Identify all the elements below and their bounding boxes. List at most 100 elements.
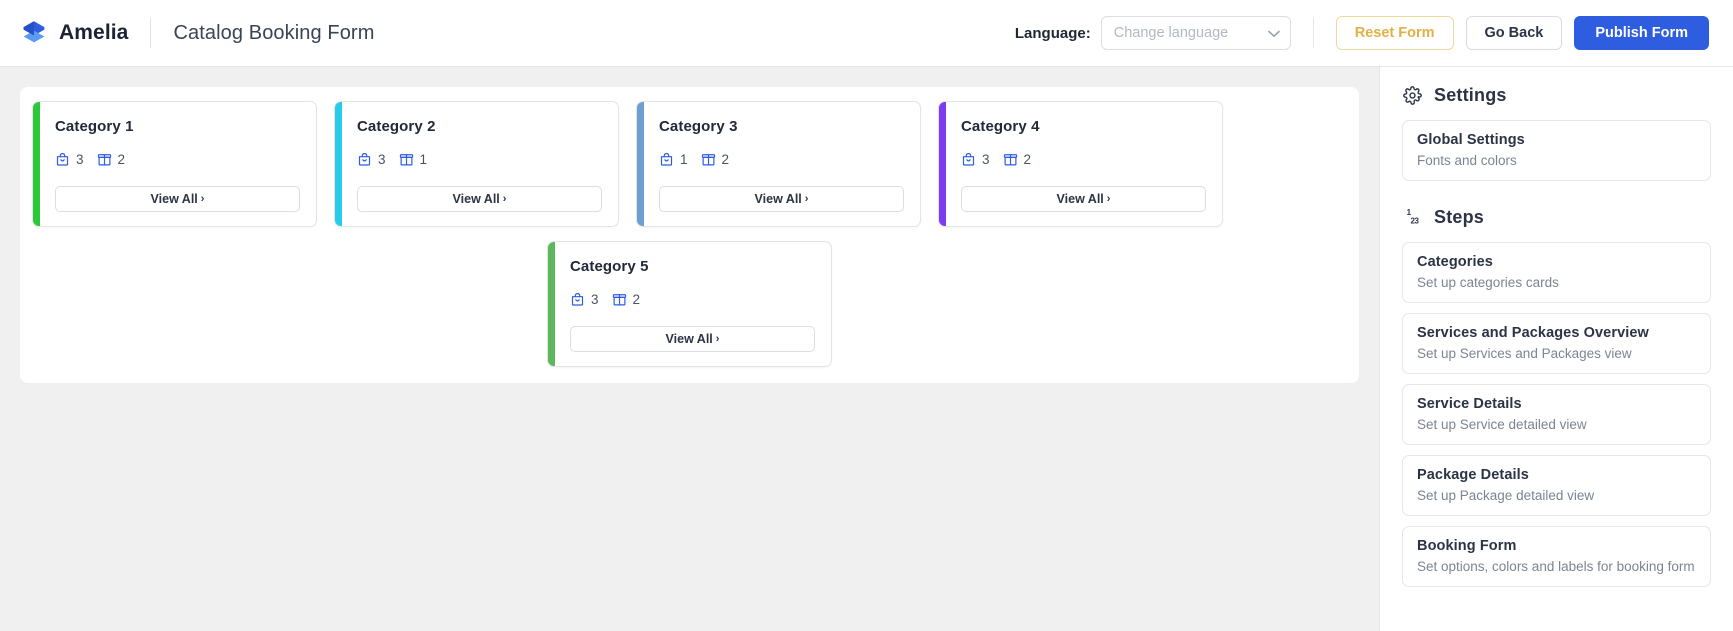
side-card-subtitle: Set up categories cards [1417,275,1696,290]
app-header: Amelia Catalog Booking Form Language: Ch… [0,0,1733,67]
chevron-right-icon: › [716,333,720,345]
service-count-value: 3 [982,152,990,167]
side-card-title: Global Settings [1417,132,1696,148]
category-title: Category 2 [357,118,602,135]
category-card[interactable]: Category 3 1 2 View All› [636,101,921,227]
settings-section-header: Settings [1402,85,1711,106]
side-card-title: Package Details [1417,467,1696,483]
view-all-label: View All [151,192,198,206]
view-all-label: View All [1057,192,1104,206]
view-all-label: View All [453,192,500,206]
service-count: 3 [55,152,84,167]
chevron-down-icon [1268,27,1280,40]
side-card-subtitle: Set up Services and Packages view [1417,346,1696,361]
side-card-subtitle: Fonts and colors [1417,153,1696,168]
category-title: Category 1 [55,118,300,135]
category-accent-bar [548,242,555,366]
package-count-value: 1 [420,152,428,167]
package-box-icon [701,152,716,167]
view-all-button[interactable]: View All› [55,186,300,212]
ordered-steps-icon: 123 [1402,207,1423,228]
category-card[interactable]: Category 532View All› [547,241,832,367]
chevron-right-icon: › [201,193,205,205]
settings-section-title: Settings [1434,85,1507,106]
view-all-button[interactable]: View All› [659,186,904,212]
service-count-value: 1 [680,152,688,167]
category-title: Category 5 [570,258,815,275]
chevron-right-icon: › [1107,193,1111,205]
app-body: Category 132View All›Category 231View Al… [0,67,1733,631]
reset-form-button[interactable]: Reset Form [1336,16,1454,50]
steps-section-title: Steps [1434,207,1484,228]
package-box-icon [1003,152,1018,167]
header-divider [150,18,151,48]
view-all-label: View All [666,332,713,346]
package-count: 2 [612,292,641,307]
category-counts: 32 [961,152,1206,167]
preview-canvas: Category 132View All›Category 231View Al… [0,67,1379,631]
service-bag-icon [659,152,674,167]
service-bag-icon [55,152,70,167]
category-counts: 32 [55,152,300,167]
view-all-label: View All [755,192,802,206]
side-card-title: Services and Packages Overview [1417,325,1696,341]
categories-panel: Category 132View All›Category 231View Al… [20,87,1359,383]
language-label: Language: [1015,25,1091,42]
category-title: Category 4 [961,118,1206,135]
step-item[interactable]: Service DetailsSet up Service detailed v… [1402,384,1711,445]
amelia-cube-logo-icon [20,19,48,47]
service-bag-icon [961,152,976,167]
service-count: 3 [961,152,990,167]
publish-form-button[interactable]: Publish Form [1574,16,1709,50]
package-count-value: 2 [633,292,641,307]
service-count: 3 [357,152,386,167]
category-accent-bar [33,102,40,226]
step-item[interactable]: Booking Form Set options, colors and labe… [1402,526,1711,587]
side-card-title: Service Details [1417,396,1696,412]
view-all-button[interactable]: View All› [961,186,1206,212]
category-card[interactable]: Category 132View All› [32,101,317,227]
category-counts: 32 [570,292,815,307]
category-accent-bar [637,102,644,226]
chevron-right-icon: › [503,193,507,205]
category-accent-bar [335,102,342,226]
package-count-value: 2 [118,152,126,167]
brand: Amelia [20,19,128,47]
step-item[interactable]: Services and Packages Overview Set up Ser… [1402,313,1711,374]
categories-row-secondary: Category 532View All› [26,241,1353,367]
package-count-value: 2 [1024,152,1032,167]
settings-sidebar: Settings Global Settings Fonts and colors… [1379,67,1733,631]
side-card-title: Booking Form [1417,538,1696,554]
go-back-button[interactable]: Go Back [1466,16,1563,50]
package-count: 2 [1003,152,1032,167]
step-item[interactable]: Categories Set up categories cards [1402,242,1711,303]
service-bag-icon [357,152,372,167]
step-item[interactable]: Package DetailsSet up Package detailed v… [1402,455,1711,516]
steps-section-header: 123 Steps [1402,207,1711,228]
header-actions: Language: Change language Reset Form Go … [1015,16,1709,50]
view-all-button[interactable]: View All› [570,326,815,352]
service-count-value: 3 [76,152,84,167]
page-title: Catalog Booking Form [173,22,374,45]
package-box-icon [97,152,112,167]
settings-items: Global Settings Fonts and colors [1402,120,1711,181]
category-card[interactable]: Category 231View All› [334,101,619,227]
package-count: 2 [97,152,126,167]
service-count-value: 3 [591,292,599,307]
category-title: Category 3 [659,118,904,135]
categories-row-primary: Category 132View All›Category 231View Al… [26,101,1353,227]
settings-item[interactable]: Global Settings Fonts and colors [1402,120,1711,181]
steps-items: Categories Set up categories cards Service… [1402,242,1711,587]
language-select[interactable]: Change language [1101,16,1291,50]
package-box-icon [612,292,627,307]
view-all-button[interactable]: View All› [357,186,602,212]
package-count-value: 2 [722,152,730,167]
category-counts: 31 [357,152,602,167]
category-card[interactable]: Category 432View All› [938,101,1223,227]
side-card-subtitle: Set options, colors and labels for booki… [1417,559,1696,574]
category-accent-bar [939,102,946,226]
side-card-title: Categories [1417,254,1696,270]
service-count-value: 3 [378,152,386,167]
package-count: 2 [701,152,730,167]
gear-icon [1402,85,1423,106]
